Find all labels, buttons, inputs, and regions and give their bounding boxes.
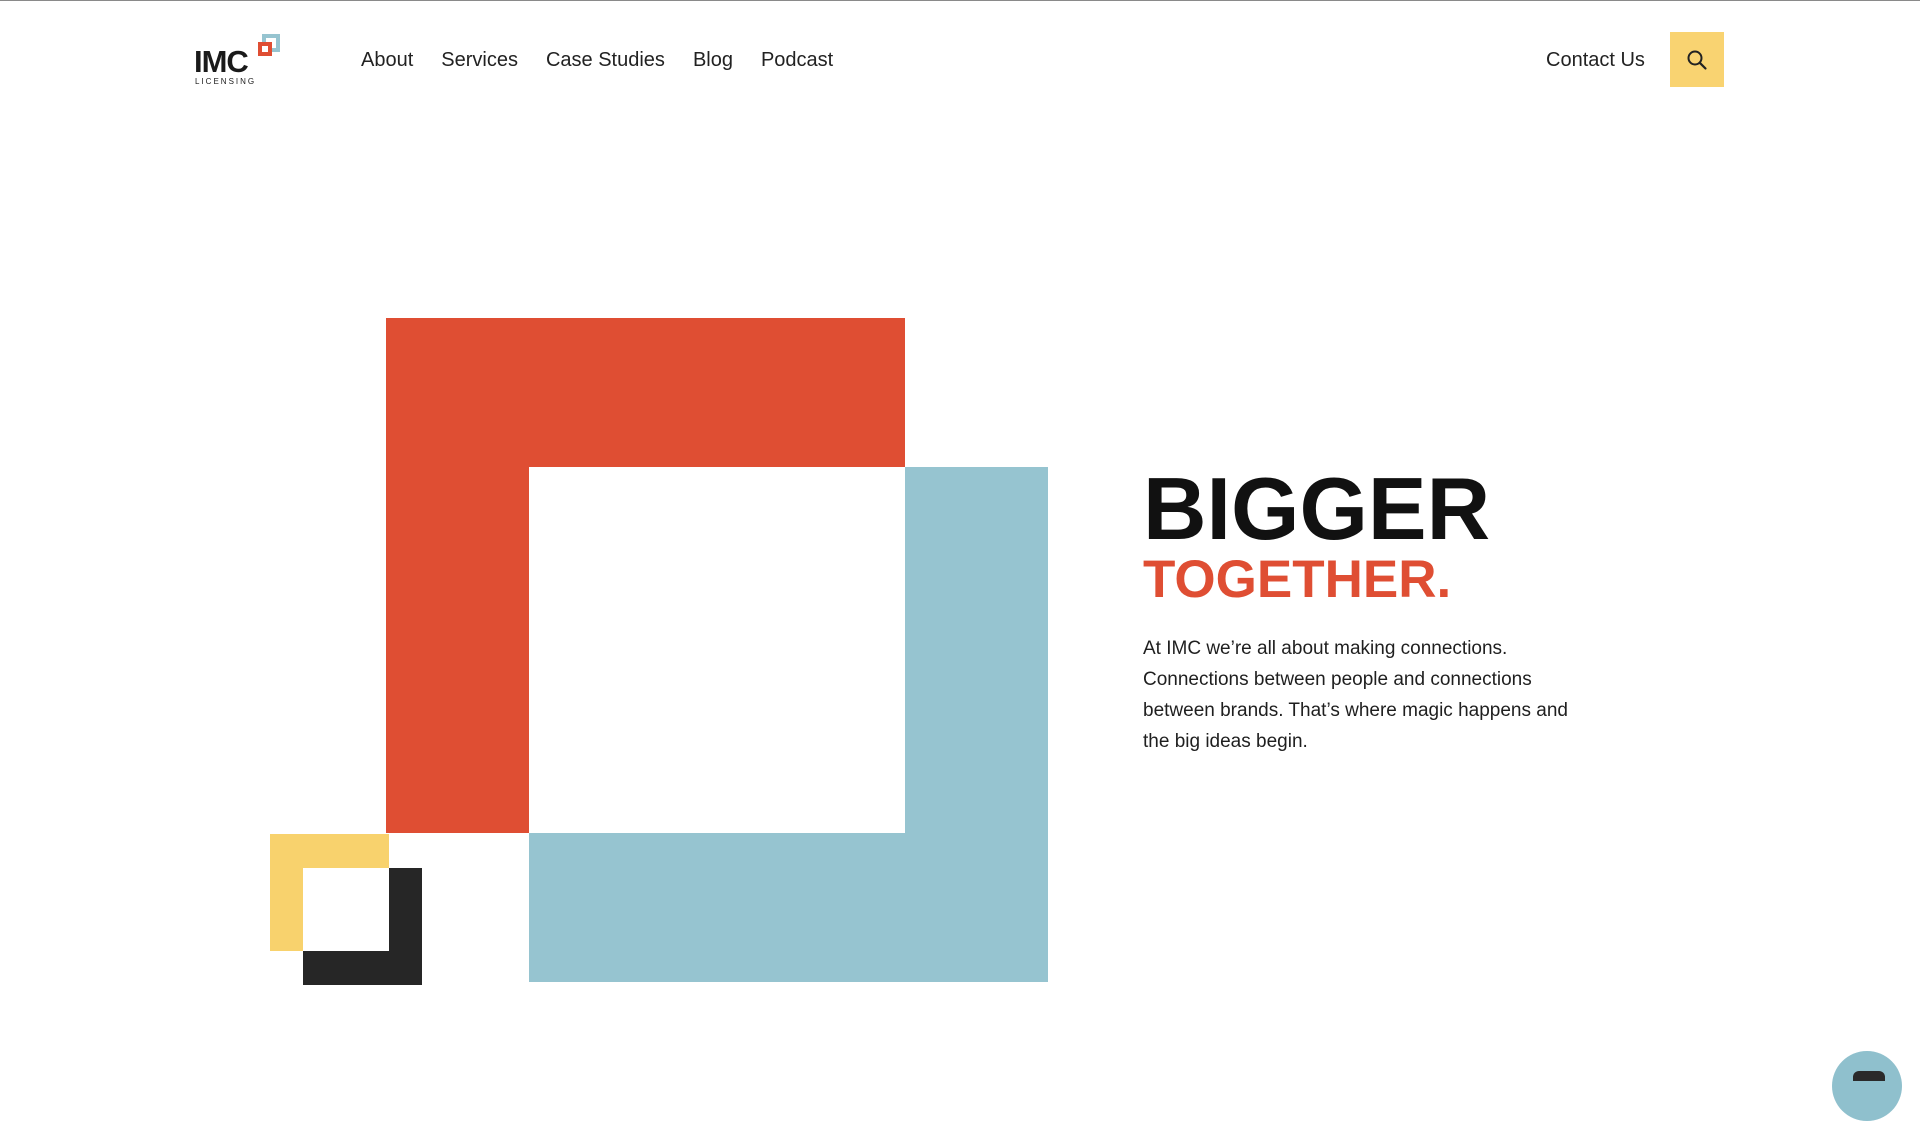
imc-logo[interactable]: IMC LICENSING (194, 34, 284, 90)
search-icon (1687, 50, 1707, 70)
logo-tagline: LICENSING (195, 77, 257, 86)
nav-blog[interactable]: Blog (693, 47, 733, 73)
top-border (0, 0, 1920, 1)
contact-us-link[interactable]: Contact Us (1546, 47, 1645, 73)
hero-subtitle: TOGETHER. (1143, 550, 1452, 609)
chat-button[interactable] (1832, 1051, 1902, 1121)
nav-case-studies[interactable]: Case Studies (546, 47, 665, 73)
logo-mark-icon (258, 34, 280, 56)
nav-podcast[interactable]: Podcast (761, 47, 833, 73)
nav-services[interactable]: Services (441, 47, 518, 73)
hero-description: At IMC we’re all about making connection… (1143, 638, 1568, 752)
logo-wordmark: IMC (194, 44, 249, 79)
main-nav: About Services Case Studies Blog Podcast (361, 47, 833, 73)
nav-about[interactable]: About (361, 47, 413, 73)
small-frame-center (303, 868, 389, 951)
frame-center (529, 467, 905, 833)
search-button[interactable] (1670, 32, 1724, 87)
hero-title: BIGGER (1143, 459, 1491, 558)
